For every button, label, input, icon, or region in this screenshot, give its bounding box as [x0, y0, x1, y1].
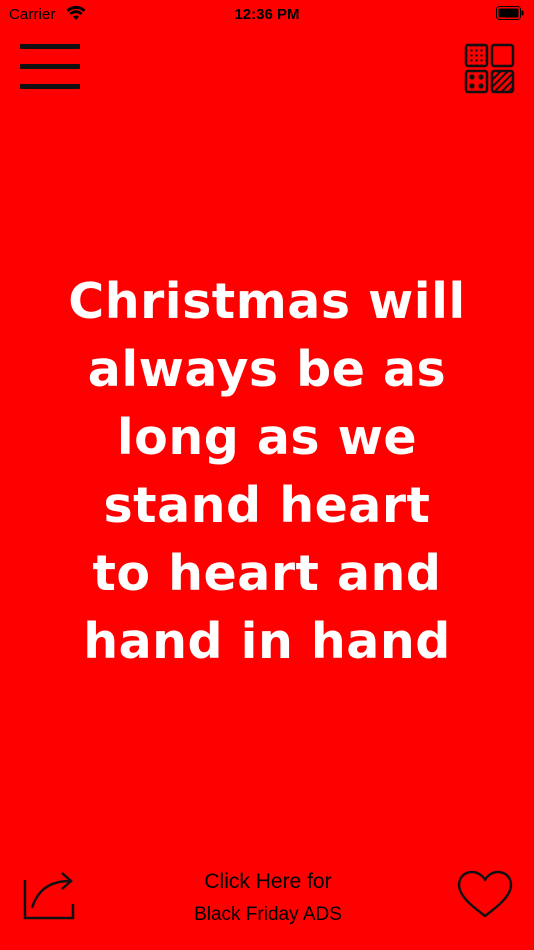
share-icon	[23, 872, 75, 920]
heart-icon	[457, 870, 513, 918]
quote-line: stand heart	[103, 477, 431, 534]
ads-link-line2: Black Friday ADS	[194, 904, 342, 925]
quote-line: Christmas will	[68, 273, 466, 330]
battery-icon	[496, 6, 524, 20]
status-bar: Carrier 12:36 PM	[0, 0, 534, 30]
clock: 12:36 PM	[234, 6, 300, 23]
quote-text: Christmas will always be as long as we s…	[10, 268, 524, 676]
ads-link-line1: Click Here for	[204, 870, 332, 893]
black-friday-ads-link[interactable]: Click Here for Black Friday ADS	[150, 866, 386, 929]
share-button[interactable]	[22, 868, 78, 922]
pattern-grid-button[interactable]	[464, 43, 516, 95]
quote-line: long as we	[116, 409, 418, 466]
quote-line: hand in hand	[83, 613, 451, 670]
quote-line: to heart and	[92, 545, 442, 602]
favorite-button[interactable]	[456, 870, 514, 920]
quote-line: always be as	[87, 341, 447, 398]
menu-button[interactable]	[20, 44, 80, 90]
pattern-grid-icon	[464, 43, 515, 94]
